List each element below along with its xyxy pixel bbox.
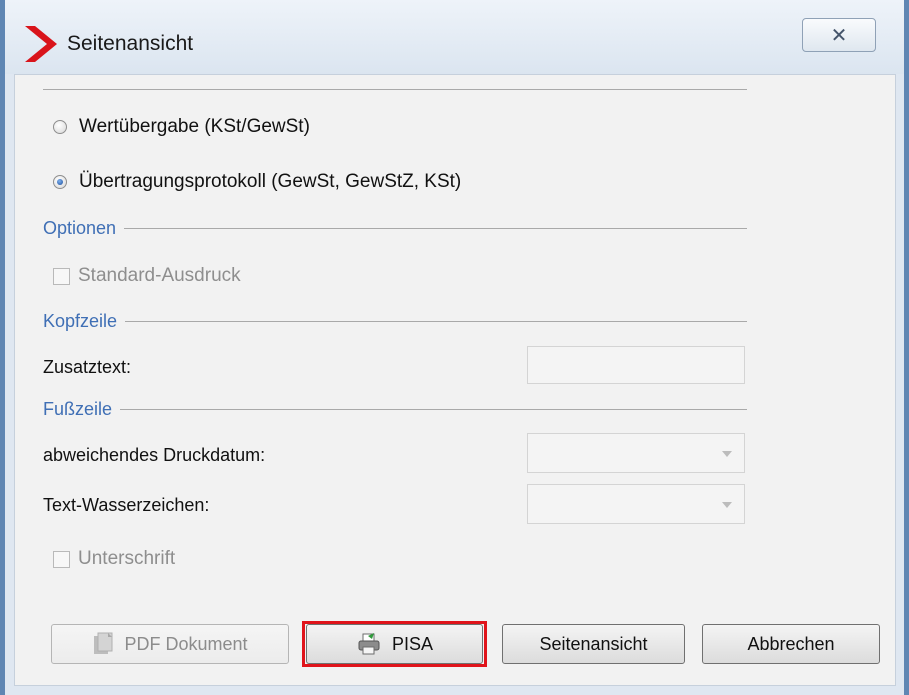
window-frame-right xyxy=(904,0,909,695)
top-divider xyxy=(43,89,747,90)
checkbox-unterschrift[interactable]: Unterschrift xyxy=(53,548,175,570)
window-frame-left xyxy=(0,0,5,695)
radio-button-selected[interactable] xyxy=(53,175,67,189)
radio-uebertragungsprotokoll-label: Übertragungsprotokoll (GewSt, GewStZ, KS… xyxy=(79,171,462,192)
window-title: Seitenansicht xyxy=(67,32,194,55)
pdf-dokument-label: PDF Dokument xyxy=(124,633,248,654)
chevron-down-icon xyxy=(722,502,732,508)
radio-uebertragungsprotokoll[interactable]: Übertragungsprotokoll (GewSt, GewStZ, KS… xyxy=(53,171,461,193)
checkbox-standard-ausdruck-label: Standard-Ausdruck xyxy=(78,265,241,286)
section-kopfzeile-heading: Kopfzeile xyxy=(43,311,118,331)
radio-wertuebergabe-label: Wertübergabe (KSt/GewSt) xyxy=(79,116,310,137)
wasserzeichen-label: Text-Wasserzeichen: xyxy=(43,495,210,515)
close-icon: ✕ xyxy=(830,24,848,47)
pdf-dokument-button[interactable]: PDF Dokument xyxy=(51,624,289,664)
checkbox-box[interactable] xyxy=(53,267,70,285)
chevron-down-icon xyxy=(722,451,732,457)
zusatztext-input[interactable] xyxy=(527,346,745,384)
section-optionen-heading: Optionen xyxy=(43,218,117,238)
druckdatum-dropdown[interactable] xyxy=(527,433,745,473)
section-divider xyxy=(120,409,747,410)
close-button[interactable]: ✕ xyxy=(802,18,876,52)
dialog-content: Wertübergabe (KSt/GewSt) Übertragungspro… xyxy=(14,74,896,686)
section-fusszeile-heading: Fußzeile xyxy=(43,399,113,419)
section-fusszeile: Fußzeile xyxy=(43,399,747,420)
radio-button-unselected[interactable] xyxy=(53,120,67,134)
druckdatum-label: abweichendes Druckdatum: xyxy=(43,445,266,465)
seitenansicht-button[interactable]: Seitenansicht xyxy=(502,624,685,664)
checkbox-standard-ausdruck[interactable]: Standard-Ausdruck xyxy=(53,265,241,287)
checkbox-box[interactable] xyxy=(53,550,70,568)
abbrechen-label: Abbrechen xyxy=(747,633,835,654)
wasserzeichen-dropdown[interactable] xyxy=(527,484,745,524)
pisa-highlight-box xyxy=(302,621,487,667)
dialog-window: Seitenansicht ✕ Wertübergabe (KSt/GewSt)… xyxy=(0,0,909,695)
title-bar[interactable]: Seitenansicht ✕ xyxy=(5,0,904,74)
section-divider xyxy=(124,228,747,229)
section-optionen: Optionen xyxy=(43,218,747,239)
abbrechen-button[interactable]: Abbrechen xyxy=(702,624,880,664)
radio-wertuebergabe[interactable]: Wertübergabe (KSt/GewSt) xyxy=(53,116,310,138)
zusatztext-label: Zusatztext: xyxy=(43,357,132,377)
section-divider xyxy=(125,321,747,322)
checkbox-unterschrift-label: Unterschrift xyxy=(78,548,176,569)
section-kopfzeile: Kopfzeile xyxy=(43,311,747,332)
pdf-document-icon xyxy=(94,632,113,654)
red-chevron-logo-icon xyxy=(25,26,57,62)
seitenansicht-label: Seitenansicht xyxy=(539,633,648,654)
